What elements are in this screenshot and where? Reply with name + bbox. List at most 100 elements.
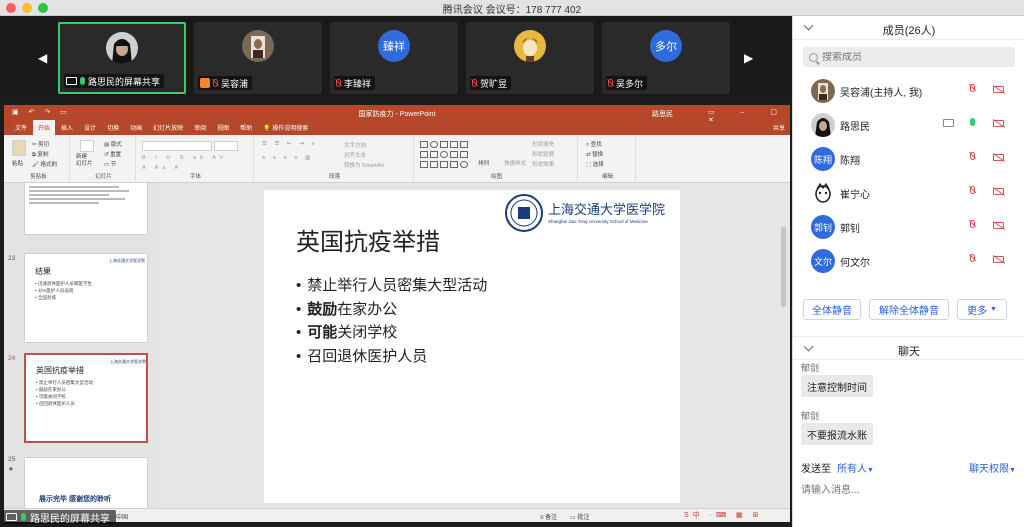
- comments-button[interactable]: ▭ 批注: [570, 512, 589, 521]
- video-tile-screen-share[interactable]: 路思民的屏幕共享: [58, 22, 186, 94]
- tile-name: 路思民的屏幕共享: [88, 76, 161, 87]
- new-slide-icon: [80, 140, 94, 152]
- search-icon: [809, 52, 818, 62]
- more-button[interactable]: 更多 ▼: [957, 299, 1007, 320]
- slide-thumbnail-selected[interactable]: 上海交通大学医学院 英国抗疫举措 • 禁止举行人员密集大型活动 • 鼓励在家办公…: [24, 353, 148, 443]
- font-size-select[interactable]: [214, 141, 238, 151]
- copy-button[interactable]: ⧉ 复制: [32, 150, 48, 159]
- university-logo: 上海交通大学医学院 Shanghai Jiao Tong University …: [504, 193, 674, 233]
- tab-view[interactable]: 视图: [212, 120, 234, 135]
- mic-muted-icon[interactable]: [970, 186, 975, 194]
- section-button[interactable]: ▭ 节: [104, 160, 116, 168]
- tab-help[interactable]: 帮助: [235, 120, 257, 135]
- video-tile[interactable]: 多尔 吴多尔: [602, 22, 730, 94]
- align-buttons[interactable]: ≡ ≡ ≡ ≡ ▥: [262, 155, 313, 161]
- shape-outline-button[interactable]: 形状轮廓: [532, 150, 554, 158]
- member-row[interactable]: 文尔 何文尔: [793, 244, 1024, 278]
- video-tile[interactable]: 吴容浦: [194, 22, 322, 94]
- list-buttons[interactable]: ☰ ☰ ⇤ ⇥ ≡: [262, 141, 317, 147]
- university-seal-icon: [505, 194, 543, 232]
- slide-number: 23: [8, 255, 16, 262]
- tab-review[interactable]: 审阅: [189, 120, 211, 135]
- video-tile[interactable]: 臻祥 李臻祥: [330, 22, 458, 94]
- slide-scrollbar[interactable]: [781, 187, 788, 467]
- member-row[interactable]: 郭钊 郭钊: [793, 210, 1024, 244]
- notes-button[interactable]: ≡ 备注: [540, 512, 557, 521]
- camera-off-icon[interactable]: [993, 154, 1004, 161]
- format-painter-button[interactable]: 🖌 格式刷: [32, 160, 57, 168]
- unmute-all-button[interactable]: 解除全体静音: [869, 299, 949, 320]
- shape-fill-button[interactable]: 形状填充: [532, 140, 554, 148]
- chat-message-input[interactable]: [801, 479, 1017, 501]
- font-style-buttons[interactable]: B I U S ab AV: [142, 155, 227, 161]
- tell-me-search[interactable]: 💡 操作说明搜索: [258, 120, 313, 135]
- member-search[interactable]: [803, 47, 1015, 67]
- tab-slideshow[interactable]: 幻灯片放映: [148, 120, 188, 135]
- slide-thumbnail[interactable]: 上海交通大学医学院 结果 • 迅速退休医护人员和医学生 • 分%医护人员返岗 •…: [24, 253, 148, 343]
- camera-off-icon[interactable]: [993, 256, 1004, 263]
- share-indicator-label: 路思民的屏幕共享: [30, 513, 110, 525]
- group-label: 幻灯片: [95, 174, 112, 180]
- tab-file[interactable]: 文件: [10, 120, 32, 135]
- replace-button[interactable]: ⇄ 替换: [586, 150, 603, 158]
- tab-design[interactable]: 设计: [79, 120, 101, 135]
- slide-thumbnail[interactable]: [24, 183, 148, 235]
- bullet-item: 禁止举行人员密集大型活动: [296, 274, 487, 298]
- chat-sender: 郁剑: [801, 363, 820, 373]
- send-to-select[interactable]: 所有人▼: [837, 460, 874, 475]
- avatar: 陈翔: [811, 147, 835, 171]
- layout-button[interactable]: ▤ 版式: [104, 140, 122, 148]
- mic-muted-icon[interactable]: [970, 220, 975, 228]
- group-label: 段落: [328, 174, 340, 180]
- quick-styles-button[interactable]: 快速样式: [504, 159, 526, 167]
- font-color-buttons[interactable]: A Aa A: [142, 165, 182, 171]
- mic-on-icon: [80, 77, 85, 85]
- camera-off-icon[interactable]: [993, 188, 1004, 195]
- mute-all-button[interactable]: 全体静音: [803, 299, 861, 320]
- new-slide-button[interactable]: 新建 幻灯片: [76, 154, 93, 168]
- paste-button[interactable]: 粘贴: [12, 159, 23, 167]
- slide-number: 25: [8, 456, 16, 463]
- member-row[interactable]: 陈翔 陈翔: [793, 142, 1024, 176]
- camera-off-icon[interactable]: [993, 86, 1004, 93]
- video-tile[interactable]: 贺旷昱: [466, 22, 594, 94]
- tab-transitions[interactable]: 切换: [102, 120, 124, 135]
- tab-insert[interactable]: 插入: [56, 120, 78, 135]
- member-row[interactable]: 路思民: [793, 108, 1024, 142]
- members-title: 成员(26人): [882, 25, 936, 37]
- slide-number: 24: [8, 355, 16, 362]
- align-text-button[interactable]: 对齐文本: [344, 151, 366, 159]
- ime-toolbar[interactable]: S中 ·⌨ ▦ ⊞: [684, 510, 762, 520]
- search-input[interactable]: [822, 51, 1002, 63]
- camera-off-icon[interactable]: [993, 120, 1004, 127]
- mic-muted-icon[interactable]: [970, 254, 975, 262]
- camera-off-icon[interactable]: [993, 222, 1004, 229]
- find-button[interactable]: ⌕ 查找: [586, 140, 602, 149]
- reset-button[interactable]: ↺ 重置: [104, 150, 121, 158]
- member-row[interactable]: 吴容浦(主持人, 我): [793, 74, 1024, 108]
- mic-muted-icon[interactable]: [970, 152, 975, 160]
- select-button[interactable]: ⬚ 选择: [586, 160, 604, 168]
- prev-page-icon[interactable]: ◀: [38, 51, 47, 65]
- mic-muted-icon[interactable]: [970, 84, 975, 92]
- mic-on-icon[interactable]: [970, 118, 975, 126]
- tab-home[interactable]: 开始: [33, 120, 56, 135]
- share-button[interactable]: 共享: [768, 120, 790, 135]
- next-page-icon[interactable]: ▶: [744, 51, 753, 65]
- cut-button[interactable]: ✂ 剪切: [32, 140, 49, 148]
- avatar: 多尔: [650, 30, 682, 62]
- shape-effects-button[interactable]: 形状效果: [532, 160, 554, 168]
- caret-down-icon: ▼: [867, 467, 874, 474]
- slide-thumbnail[interactable]: 展示完毕 感谢您的聆听: [24, 457, 148, 508]
- tab-animations[interactable]: 动画: [125, 120, 147, 135]
- smartart-button[interactable]: 转换为 SmartArt: [344, 161, 384, 169]
- current-slide[interactable]: 上海交通大学医学院 Shanghai Jiao Tong University …: [264, 190, 680, 503]
- chat-permission-select[interactable]: 聊天权限▼: [969, 460, 1016, 475]
- font-family-select[interactable]: [142, 141, 212, 151]
- window-title: 腾讯会议 会议号：178 777 402: [442, 5, 582, 16]
- member-row[interactable]: 崔宁心: [793, 176, 1024, 210]
- group-label: 字体: [189, 174, 201, 180]
- text-direction-button[interactable]: 文字方向: [344, 141, 366, 149]
- paragraph-group: ☰ ☰ ⇤ ⇥ ≡ ≡ ≡ ≡ ≡ ▥ 文字方向 对齐文本 转换为 SmartA…: [256, 137, 414, 181]
- arrange-button[interactable]: 排列: [478, 159, 489, 167]
